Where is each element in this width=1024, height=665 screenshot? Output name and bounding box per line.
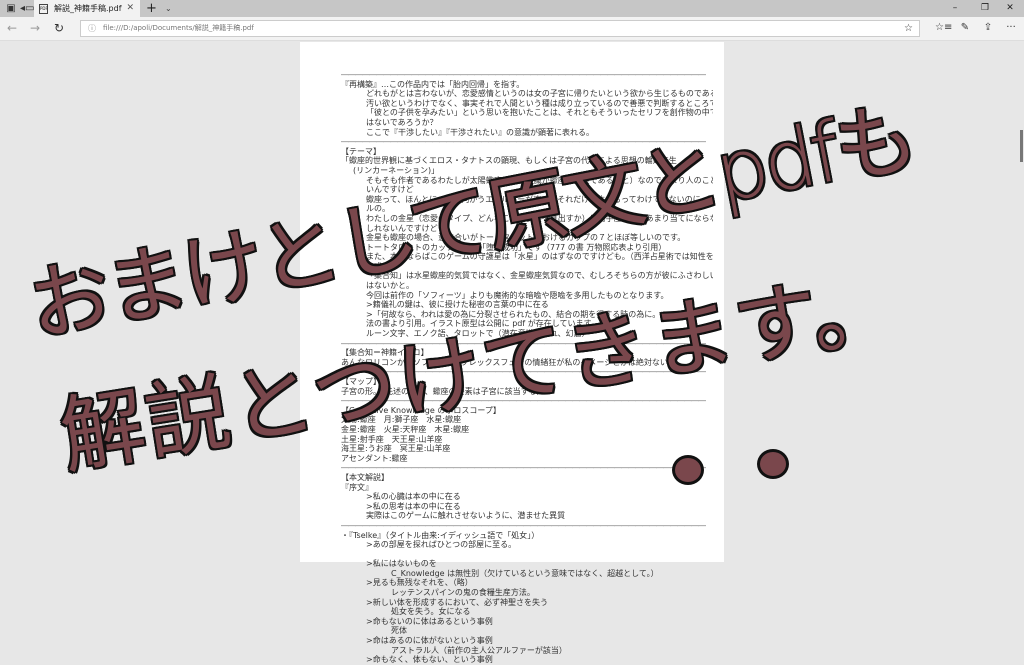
tab-active[interactable]: PDF 解説_神籍手稿.pdf ✕ <box>34 0 140 17</box>
handwritten-dot <box>757 449 789 479</box>
tabs-aside-icon[interactable]: ▣ <box>4 2 18 15</box>
navigation-bar: ← → ↻ ⓘ file:///D:/apoli/Documents/解説_神籍… <box>0 17 1024 41</box>
document-line: 【本文解説】 <box>341 472 389 482</box>
share-icon[interactable]: ⇪ <box>981 22 995 33</box>
forward-arrow-icon[interactable]: → <box>27 21 43 35</box>
refresh-icon[interactable]: ↻ <box>51 21 67 35</box>
tab-close-icon[interactable]: ✕ <box>126 0 134 17</box>
set-tabs-aside-icon[interactable]: ◂▭ <box>20 2 34 15</box>
document-line: アストラル人（前作の主人公アルファーが該当） <box>391 645 567 655</box>
favorite-star-icon[interactable]: ☆ <box>904 21 913 36</box>
document-line: 「彼との子供を孕みたい」という思いを抱いたことは、それともそういったセリフを創作… <box>366 108 713 118</box>
scrollbar[interactable] <box>1018 42 1024 555</box>
close-window-button[interactable]: ✕ <box>1000 0 1020 17</box>
restore-button[interactable]: ❐ <box>975 0 995 17</box>
document-line: >見るも無残なそれを、（略） <box>366 578 473 588</box>
document-line: 汚い欲というわけでなく、事実それで人間という種は成り立っているので善悪で判断する… <box>366 98 713 108</box>
document-line: どれもがとは言わないが、恋愛感情というのは女の子宮に帰りたいという欲から生じるも… <box>366 89 713 99</box>
pdf-icon: PDF <box>39 4 48 14</box>
document-line: 実際はこのゲームに触れさせないように、潜ませた異質 <box>366 511 566 521</box>
document-line: >私の心臓は本の中に在る <box>366 492 461 502</box>
document-line: アセンダント:蠍座 <box>341 453 408 463</box>
favorites-icon[interactable]: ☆≡ <box>935 22 952 33</box>
handwritten-dot <box>672 455 704 485</box>
document-line: >私の思考は本の中に在る <box>366 501 461 511</box>
address-text: file:///D:/apoli/Documents/解説_神籍手稿.pdf <box>103 24 254 32</box>
document-line: C_Knowledge は無性別（欠けているという意味ではなく、超越として。） <box>391 568 659 578</box>
new-tab-button[interactable]: + <box>146 0 157 17</box>
document-line: ・『Tselke』（タイトル由来:イディッシュ語で「処女」） <box>341 530 540 540</box>
back-arrow-icon[interactable]: ← <box>4 21 20 35</box>
document-line: >私にはないものを <box>366 559 437 569</box>
more-icon[interactable]: ··· <box>1004 22 1018 33</box>
document-line: 死体 <box>391 626 407 636</box>
divider-line: ――――――――――――――――――――――――――――――――――――――――… <box>341 463 706 473</box>
divider-line: ――――――――――――――――――――――――――――――――――――――――… <box>341 520 706 530</box>
document-line: レッテンスパインの鬼の食糧生産方法。 <box>391 588 535 598</box>
tab-title: 解説_神籍手稿.pdf <box>54 4 122 13</box>
pen-icon[interactable]: ✎ <box>958 22 972 33</box>
document-line: >新しい体を形成するにおいて、必ず神聖さを失う <box>366 597 549 607</box>
document-line: >あの部屋を探ればひとつの部屋に至る。 <box>366 540 517 550</box>
document-line: >命はあるのに体がないという事例 <box>366 636 493 646</box>
divider-line: ――――――――――――――――――――――――――――――――――――――――… <box>341 70 706 79</box>
address-bar[interactable]: ⓘ file:///D:/apoli/Documents/解説_神籍手稿.pdf… <box>80 20 920 37</box>
document-line: 処女を失う。女になる <box>391 607 471 617</box>
document-line: >命もないのに体はあるという事例 <box>366 616 493 626</box>
minimize-button[interactable]: – <box>945 0 965 17</box>
tab-bar: ▣ ◂▭ PDF 解説_神籍手稿.pdf ✕ + ⌄ – ❐ ✕ <box>0 0 1024 17</box>
document-line: 海王星:うお座 冥王星:山羊座 <box>341 444 451 454</box>
tab-list-chevron-icon[interactable]: ⌄ <box>165 0 172 17</box>
document-line: 『再構築』…この作品内では「胎内回帰」を指す。 <box>341 79 525 89</box>
document-line: 『序文』 <box>341 482 373 492</box>
info-icon: ⓘ <box>88 24 96 33</box>
document-line: >命もなく、体もない、という事例 <box>366 655 493 665</box>
scrollbar-thumb[interactable] <box>1020 130 1023 162</box>
